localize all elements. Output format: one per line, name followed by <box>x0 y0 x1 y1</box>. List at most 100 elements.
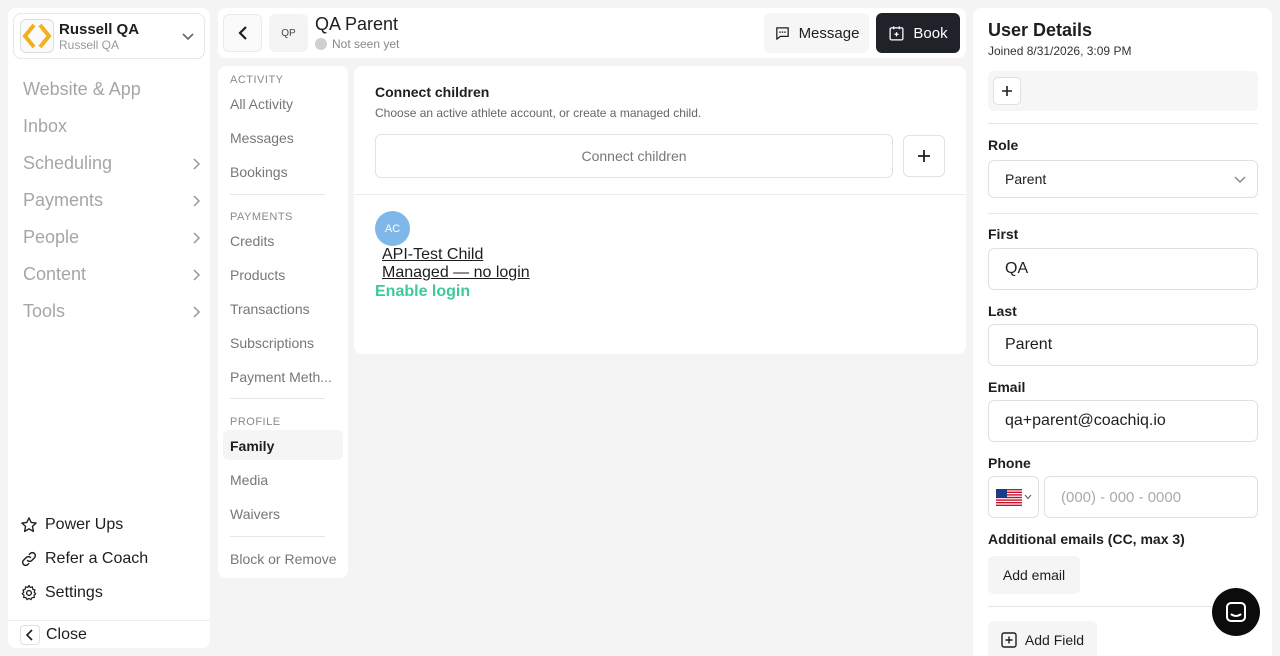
add-field-button[interactable]: Add Field <box>988 621 1097 656</box>
add-tag-button[interactable] <box>993 77 1021 105</box>
chevron-left-icon <box>20 624 40 645</box>
nav-label: People <box>23 227 80 247</box>
email-input[interactable]: qa+parent@coachiq.io <box>988 400 1258 442</box>
first-name-input[interactable]: QA <box>988 248 1258 290</box>
subnav-block-remove[interactable]: Block or Remove <box>230 551 337 567</box>
message-button[interactable]: Message <box>764 13 869 53</box>
subnav-family[interactable]: Family <box>230 438 274 454</box>
nav-website-app[interactable]: Website & App <box>23 71 203 108</box>
child-avatar: AC <box>375 211 410 246</box>
back-button[interactable] <box>223 14 262 52</box>
divider <box>988 213 1258 214</box>
subnav-subscriptions[interactable]: Subscriptions <box>230 335 314 351</box>
message-icon <box>775 26 789 40</box>
last-name-label: Last <box>988 303 1017 319</box>
org-name: Russell QA <box>59 20 140 38</box>
child-status: Managed — no login <box>382 264 530 281</box>
nav-label: Content <box>23 264 87 284</box>
nav-label: Power Ups <box>45 516 124 533</box>
subnav-bookings[interactable]: Bookings <box>230 164 288 180</box>
phone-input[interactable]: (000) - 000 - 0000 <box>1044 476 1258 518</box>
subnav-credits[interactable]: Credits <box>230 233 274 249</box>
chevron-down-icon <box>182 33 194 41</box>
nav-label: Refer a Coach <box>45 550 149 567</box>
us-flag-icon <box>995 488 1022 506</box>
plus-icon <box>918 150 930 162</box>
chat-icon <box>1226 602 1246 622</box>
chevron-right-icon <box>193 157 201 170</box>
page-title: QA Parent <box>315 14 399 34</box>
nav-content[interactable]: Content <box>23 256 203 293</box>
connect-children-select[interactable]: Connect children <box>375 134 893 178</box>
subnav-transactions[interactable]: Transactions <box>230 301 310 317</box>
nav-settings[interactable]: Settings <box>19 576 209 610</box>
add-email-button[interactable]: Add email <box>988 556 1080 594</box>
child-name-link[interactable]: API-Test Child <box>382 246 483 264</box>
nav-scheduling[interactable]: Scheduling <box>23 145 203 182</box>
close-label: Close <box>46 625 87 643</box>
section-title-activity: ACTIVITY <box>230 74 284 86</box>
subnav-media[interactable]: Media <box>230 472 268 488</box>
nav-payments[interactable]: Payments <box>23 182 203 219</box>
org-subtitle: Russell QA <box>59 37 120 52</box>
divider <box>230 398 325 399</box>
add-child-button[interactable] <box>903 135 945 177</box>
chevron-right-icon <box>193 305 201 318</box>
plus-icon <box>1002 86 1012 96</box>
message-label: Message <box>798 24 860 42</box>
phone-label: Phone <box>988 455 1031 471</box>
enable-login-link[interactable]: Enable login <box>375 283 470 301</box>
last-name-input[interactable]: Parent <box>988 324 1258 366</box>
role-value: Parent <box>1005 171 1047 187</box>
book-button[interactable]: Book <box>876 13 960 53</box>
first-name-label: First <box>988 226 1019 242</box>
section-title-profile: PROFILE <box>230 416 281 428</box>
profile-header: QP QA Parent Not seen yet Message Book <box>218 8 966 58</box>
status-text: Not seen yet <box>332 37 400 51</box>
email-label: Email <box>988 379 1026 395</box>
main-nav: Website & App Inbox Scheduling Payments … <box>23 71 203 330</box>
nav-label: Settings <box>45 584 103 601</box>
nav-label: Scheduling <box>23 153 113 173</box>
nav-refer-coach[interactable]: Refer a Coach <box>19 542 209 576</box>
divider <box>988 123 1258 124</box>
org-switcher[interactable]: Russell QA Russell QA <box>13 13 205 59</box>
chevron-right-icon <box>193 268 201 281</box>
nav-tools[interactable]: Tools <box>23 293 203 330</box>
country-code-select[interactable] <box>988 476 1039 518</box>
status-dot-icon <box>315 38 327 50</box>
nav-label: Payments <box>23 190 104 210</box>
presence-status: Not seen yet <box>315 37 399 51</box>
joined-date: Joined 8/31/2026, 3:09 PM <box>988 44 1132 58</box>
avatar: QP <box>269 14 308 52</box>
panel-title: User Details <box>988 20 1093 40</box>
calendar-add-icon <box>889 25 904 41</box>
nav-label: Tools <box>23 301 66 321</box>
bottom-nav: Power Ups Refer a Coach Settings <box>19 508 209 610</box>
role-label: Role <box>988 137 1019 153</box>
nav-label: Website & App <box>23 79 141 99</box>
role-select[interactable]: Parent <box>988 160 1258 198</box>
close-sidebar-button[interactable]: Close <box>8 620 210 648</box>
nav-label: Inbox <box>23 116 68 136</box>
subnav-payment-methods[interactable]: Payment Meth... <box>230 369 332 385</box>
nav-power-ups[interactable]: Power Ups <box>19 508 209 542</box>
family-card: Connect children Choose an active athlet… <box>354 66 966 354</box>
divider <box>230 536 325 537</box>
chevron-down-icon <box>1234 176 1246 184</box>
subnav-waivers[interactable]: Waivers <box>230 506 280 522</box>
chat-launcher-button[interactable] <box>1212 588 1260 636</box>
section-subtitle: Choose an active athlete account, or cre… <box>375 106 702 120</box>
subnav-all-activity[interactable]: All Activity <box>230 96 293 112</box>
additional-emails-label: Additional emails (CC, max 3) <box>988 531 1185 547</box>
divider <box>354 194 966 195</box>
nav-people[interactable]: People <box>23 219 203 256</box>
section-title-payments: PAYMENTS <box>230 211 293 223</box>
tags-row <box>988 71 1258 111</box>
link-icon <box>19 549 39 569</box>
nav-inbox[interactable]: Inbox <box>23 108 203 145</box>
section-title: Connect children <box>375 84 490 100</box>
subnav-products[interactable]: Products <box>230 267 285 283</box>
sidebar: Russell QA Russell QA Website & App Inbo… <box>8 8 210 648</box>
subnav-messages[interactable]: Messages <box>230 130 294 146</box>
